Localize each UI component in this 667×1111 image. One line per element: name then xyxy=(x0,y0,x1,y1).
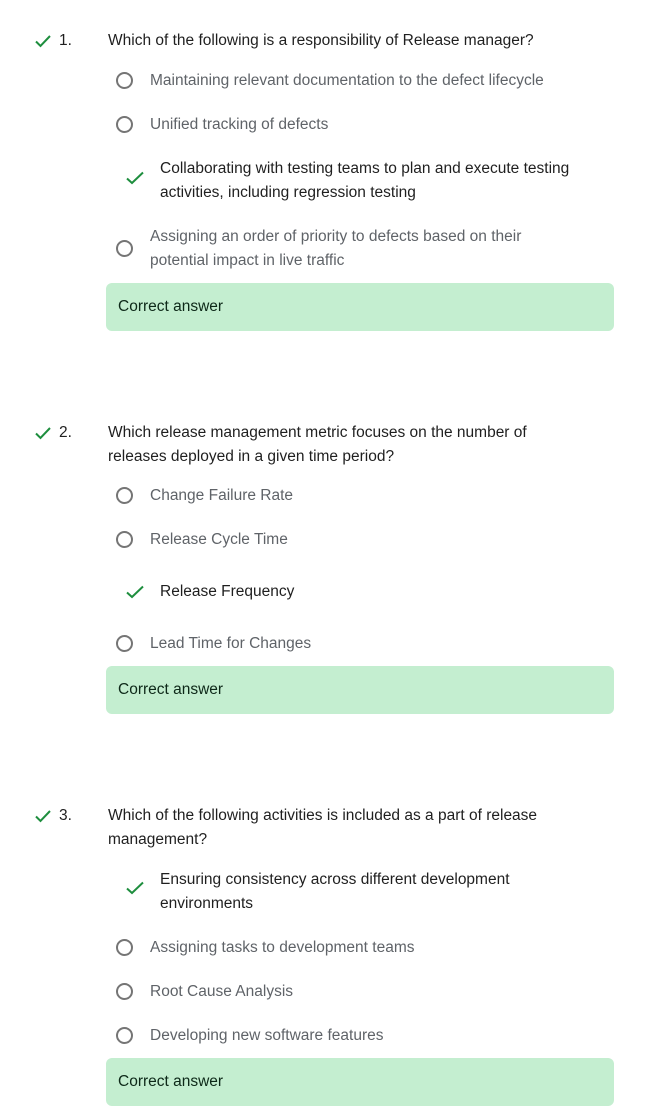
option-label: Release Frequency xyxy=(160,583,295,600)
option-label: Root Cause Analysis xyxy=(150,983,294,1000)
feedback-text: Correct answer xyxy=(118,1073,224,1090)
feedback-text: Correct answer xyxy=(118,681,224,698)
option-label: Change Failure Rate xyxy=(150,487,294,504)
question-number: 3. xyxy=(59,807,72,824)
question-text: Which of the following activities is inc… xyxy=(108,807,538,848)
check-icon xyxy=(126,585,144,599)
check-icon xyxy=(35,427,51,440)
question-text: Which of the following is a responsibili… xyxy=(108,32,534,49)
question-number: 2. xyxy=(59,424,72,441)
option-label: Collaborating with testing teams to plan… xyxy=(160,160,570,201)
feedback-banner: Correct answer xyxy=(106,666,614,714)
check-icon xyxy=(35,810,51,823)
radio-button[interactable] xyxy=(116,487,133,504)
radio-button[interactable] xyxy=(116,240,133,257)
radio-button[interactable] xyxy=(116,72,133,89)
option-label: Developing new software features xyxy=(150,1027,384,1044)
check-icon xyxy=(126,171,144,185)
option-label: Release Cycle Time xyxy=(150,531,288,548)
option-label: Maintaining relevant documentation to th… xyxy=(150,72,544,89)
check-icon xyxy=(35,35,51,48)
radio-button[interactable] xyxy=(116,635,133,652)
question-text: Which release management metric focuses … xyxy=(108,424,527,465)
radio-button[interactable] xyxy=(116,531,133,548)
option-label: Assigning tasks to development teams xyxy=(150,939,415,956)
radio-button[interactable] xyxy=(116,939,133,956)
feedback-banner: Correct answer xyxy=(106,1058,614,1106)
radio-button[interactable] xyxy=(116,1027,133,1044)
option-label: Lead Time for Changes xyxy=(150,635,312,652)
option-label: Assigning an order of priority to defect… xyxy=(150,228,522,269)
feedback-text: Correct answer xyxy=(118,298,224,315)
check-icon xyxy=(126,881,144,895)
option-label: Unified tracking of defects xyxy=(150,116,329,133)
option-label: Ensuring consistency across different de… xyxy=(160,871,510,912)
radio-button[interactable] xyxy=(116,983,133,1000)
feedback-banner: Correct answer xyxy=(106,283,614,331)
radio-button[interactable] xyxy=(116,116,133,133)
question-number: 1. xyxy=(59,32,72,49)
